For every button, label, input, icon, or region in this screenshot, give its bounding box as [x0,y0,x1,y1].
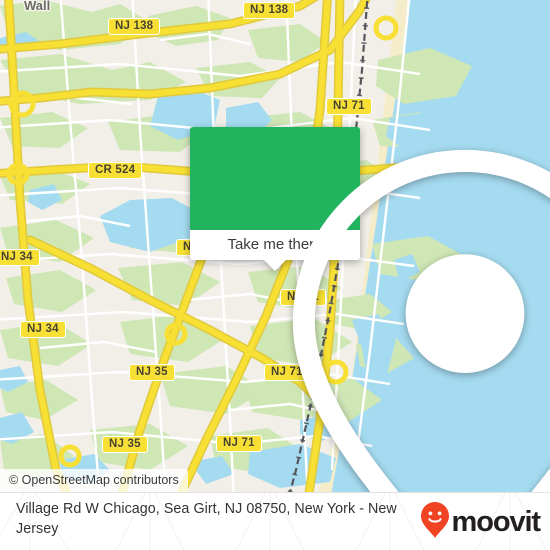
road-shield-nj-34-upper[interactable]: NJ 34 [0,249,40,266]
road-shield-nj-138-west[interactable]: NJ 138 [108,18,161,35]
address-label: Village Rd W Chicago, Sea Girt, NJ 08750… [16,501,397,537]
popup-pointer [264,260,286,271]
place-label-wall: Wall [24,0,51,13]
popup-header [190,127,550,492]
road-shield-nj-71-north[interactable]: NJ 71 [326,98,372,115]
moovit-logo[interactable]: moovit [420,501,542,539]
location-popup[interactable]: Take me there [190,127,550,492]
moovit-pin-icon [420,501,450,544]
map-screenshot: Wall NJ 138 NJ 138 NJ 71 CR 524 NJ 34 NJ… [0,0,550,550]
footer-bar: Village Rd W Chicago, Sea Girt, NJ 08750… [0,492,550,550]
moovit-wordmark: moovit [451,505,542,538]
road-shield-nj-34-lower[interactable]: NJ 34 [20,321,66,338]
road-shield-nj-35-lower[interactable]: NJ 35 [102,436,148,453]
map-canvas[interactable]: Wall NJ 138 NJ 138 NJ 71 CR 524 NJ 34 NJ… [0,0,550,492]
road-shield-nj-138-east[interactable]: NJ 138 [243,2,296,19]
road-shield-cr-524[interactable]: CR 524 [88,162,143,179]
road-shield-nj-35-upper[interactable]: NJ 35 [129,364,175,381]
osm-attribution[interactable]: © OpenStreetMap contributors [0,469,188,492]
